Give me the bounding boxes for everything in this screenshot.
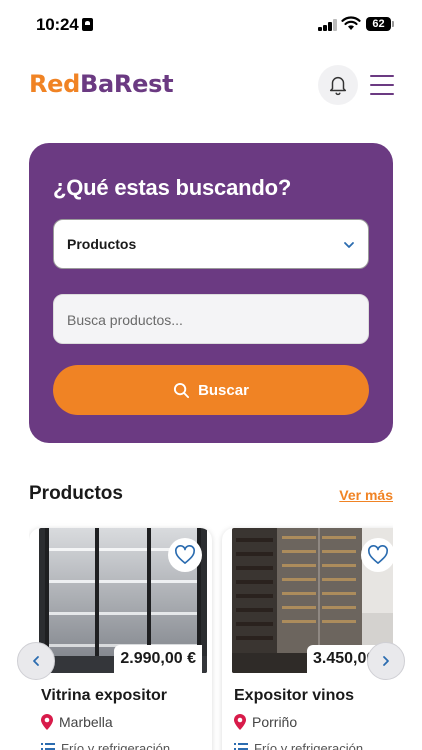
location-pin-icon bbox=[234, 714, 246, 730]
heart-icon bbox=[175, 545, 195, 564]
category-select-value: Productos bbox=[67, 236, 137, 252]
clock-text: 10:24 bbox=[36, 15, 79, 34]
favorite-button[interactable] bbox=[361, 538, 393, 572]
product-name[interactable]: Vitrina expositor bbox=[41, 687, 167, 705]
hamburger-icon-line bbox=[370, 93, 394, 95]
product-category: Frío y refrigeración bbox=[41, 741, 170, 750]
logo-part-barest: BaRest bbox=[80, 70, 174, 98]
notifications-button[interactable] bbox=[318, 65, 358, 105]
contact-card-icon bbox=[82, 18, 94, 31]
chevron-down-icon bbox=[344, 242, 354, 248]
status-time: 10:24 bbox=[36, 15, 94, 35]
heart-icon bbox=[368, 545, 388, 564]
bell-icon bbox=[329, 77, 347, 96]
location-pin-icon bbox=[41, 714, 53, 730]
category-select[interactable]: Productos bbox=[53, 219, 369, 269]
battery-indicator: 62 bbox=[366, 17, 394, 31]
chevron-right-icon bbox=[383, 656, 389, 666]
status-bar: 10:24 62 bbox=[0, 0, 422, 50]
chevron-left-icon bbox=[33, 656, 39, 666]
product-category-text: Frío y refrigeración bbox=[254, 741, 364, 750]
list-icon bbox=[41, 742, 55, 750]
product-location: Porriño bbox=[234, 714, 297, 730]
hamburger-icon-line bbox=[370, 84, 394, 86]
product-location-text: Marbella bbox=[59, 714, 113, 730]
product-price: 2.990,00 € bbox=[114, 645, 202, 673]
see-more-link[interactable]: Ver más bbox=[339, 487, 393, 503]
search-input[interactable]: Busca productos... bbox=[53, 294, 369, 344]
product-card[interactable]: 3.450,00 € Expositor vinos Porriño Frío … bbox=[222, 528, 393, 750]
search-button[interactable]: Buscar bbox=[53, 365, 369, 415]
search-card: ¿Qué estas buscando? Productos Busca pro… bbox=[29, 143, 393, 443]
logo-part-red: Red bbox=[29, 70, 81, 98]
menu-button[interactable] bbox=[370, 75, 394, 95]
brand-logo[interactable]: RedBaRest bbox=[29, 70, 174, 98]
product-location-text: Porriño bbox=[252, 714, 298, 730]
search-title: ¿Qué estas buscando? bbox=[53, 175, 292, 200]
products-section-title: Productos bbox=[29, 483, 123, 504]
product-category: Frío y refrigeración bbox=[234, 741, 363, 750]
search-placeholder: Busca productos... bbox=[67, 312, 183, 328]
product-name[interactable]: Expositor vinos bbox=[234, 687, 354, 705]
app-header: RedBaRest bbox=[0, 60, 422, 110]
product-card[interactable]: 2.990,00 € Vitrina expositor Marbella Fr… bbox=[29, 528, 212, 750]
product-category-text: Frío y refrigeración bbox=[61, 741, 171, 750]
product-location: Marbella bbox=[41, 714, 113, 730]
carousel-next-button[interactable] bbox=[367, 642, 405, 680]
list-icon bbox=[234, 742, 248, 750]
search-icon bbox=[174, 382, 190, 398]
products-carousel[interactable]: 2.990,00 € Vitrina expositor Marbella Fr… bbox=[29, 520, 393, 750]
hamburger-icon-line bbox=[370, 75, 394, 77]
carousel-prev-button[interactable] bbox=[17, 642, 55, 680]
search-button-label: Buscar bbox=[198, 381, 249, 399]
favorite-button[interactable] bbox=[168, 538, 202, 572]
cellular-signal-icon bbox=[318, 19, 338, 31]
wifi-icon bbox=[341, 16, 361, 30]
